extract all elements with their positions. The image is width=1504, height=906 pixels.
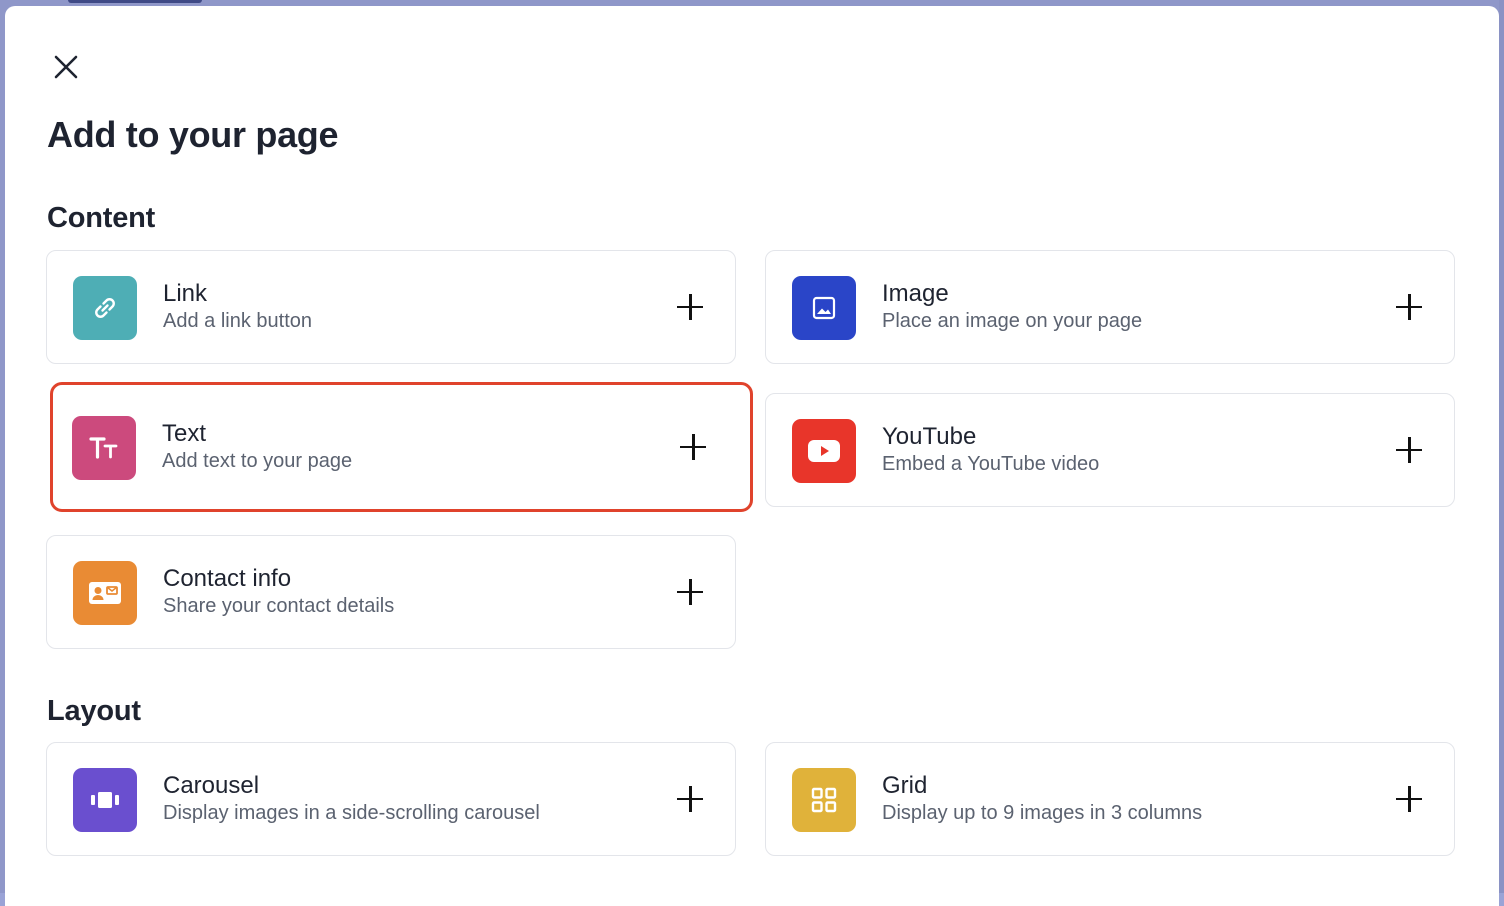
text-description: Add text to your page [162,450,353,472]
add-carousel-plus-icon[interactable] [677,786,703,812]
add-link-plus-icon[interactable] [677,294,703,320]
text-title: Text [162,420,207,447]
dialog-title: Add to your page [47,114,339,155]
image-icon [792,276,856,340]
section-title-content: Content [47,202,156,234]
youtube-title: YouTube [882,423,977,450]
youtube-description: Embed a YouTube video [882,453,1100,475]
carousel-description: Display images in a side-scrolling carou… [163,802,540,824]
youtube-icon [792,419,856,483]
add-text-card[interactable]: Text Add text to your page [50,382,753,512]
add-link-card[interactable]: Link Add a link button [46,250,736,364]
add-to-page-dialog: Add to your page Content Link Add a link… [5,6,1499,906]
text-icon [72,416,136,480]
contact-card-icon [73,561,137,625]
grid-title: Grid [882,772,928,799]
grid-icon [792,768,856,832]
carousel-title: Carousel [163,772,260,799]
image-title: Image [882,280,949,307]
link-description: Add a link button [163,310,312,332]
add-carousel-card[interactable]: Carousel Display images in a side-scroll… [46,742,736,856]
close-icon [54,55,78,79]
add-text-plus-icon[interactable] [680,434,706,460]
add-contact-info-plus-icon[interactable] [677,579,703,605]
add-youtube-card[interactable]: YouTube Embed a YouTube video [765,393,1455,507]
background-tab-strip [68,0,202,3]
contact-info-title: Contact info [163,565,292,592]
add-image-plus-icon[interactable] [1396,294,1422,320]
add-grid-plus-icon[interactable] [1396,786,1422,812]
add-youtube-plus-icon[interactable] [1396,437,1422,463]
add-image-card[interactable]: Image Place an image on your page [765,250,1455,364]
add-grid-card[interactable]: Grid Display up to 9 images in 3 columns [765,742,1455,856]
section-title-layout: Layout [47,695,141,727]
carousel-icon [73,768,137,832]
grid-description: Display up to 9 images in 3 columns [882,802,1203,824]
window-edge [1499,0,1504,893]
link-icon [73,276,137,340]
add-contact-info-card[interactable]: Contact info Share your contact details [46,535,736,649]
image-description: Place an image on your page [882,310,1143,332]
contact-info-description: Share your contact details [163,595,395,617]
link-title: Link [163,280,208,307]
close-button[interactable] [49,50,83,84]
